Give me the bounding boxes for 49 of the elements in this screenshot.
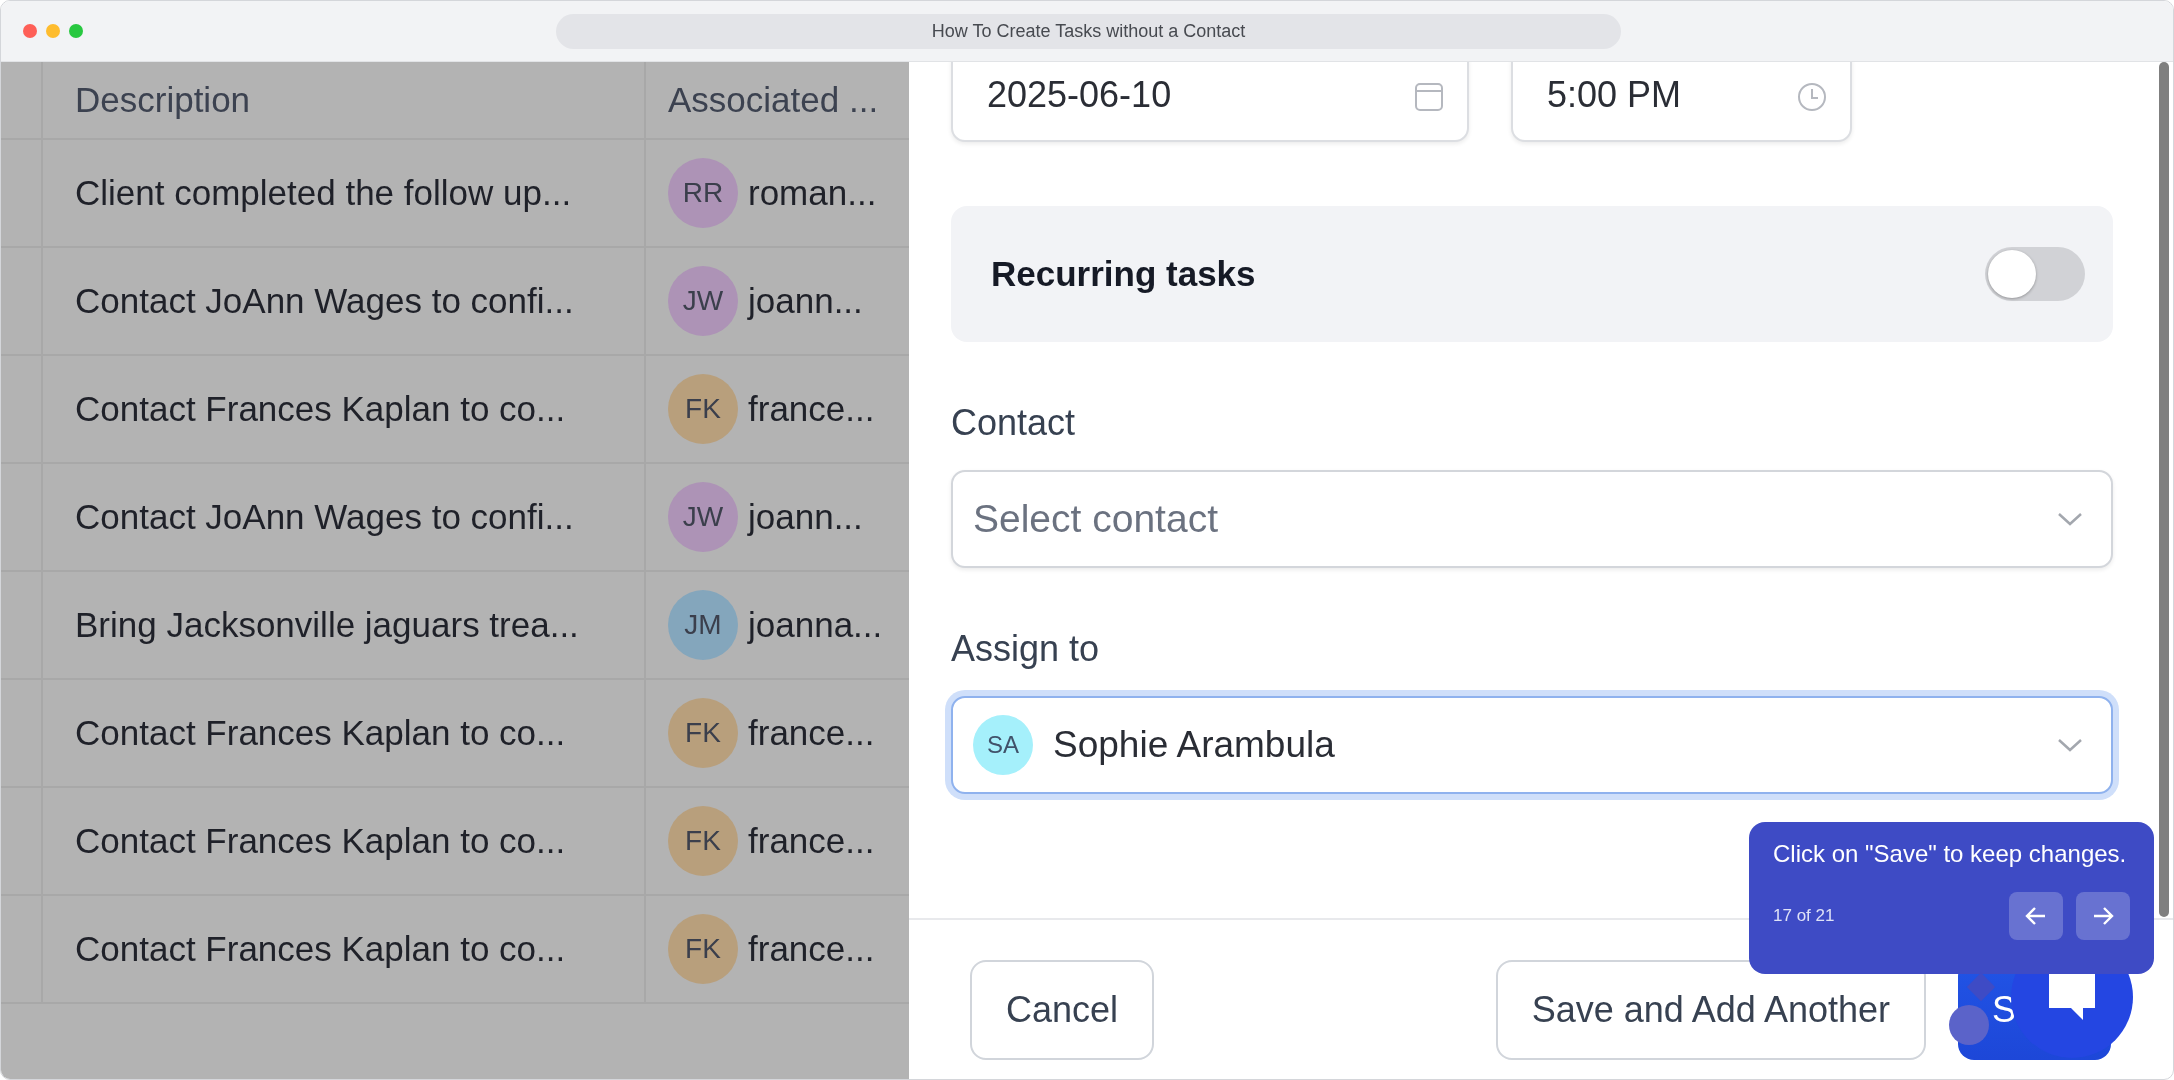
- arrow-left-icon: [2025, 906, 2047, 926]
- calendar-icon: [1413, 81, 1445, 113]
- avatar: FK: [668, 806, 738, 876]
- cancel-button[interactable]: Cancel: [970, 959, 1155, 1060]
- step-counter: 17 of 21: [1773, 906, 1836, 926]
- close-window-dot[interactable]: [23, 24, 37, 38]
- avatar: RR: [668, 158, 738, 228]
- recurring-label: Recurring tasks: [991, 254, 1256, 294]
- column-header: Description: [75, 80, 251, 120]
- contact-label: Contact: [951, 402, 1077, 442]
- save-and-add-button[interactable]: Save and Add Another: [1495, 959, 1926, 1060]
- assign-label: Assign to: [951, 628, 1101, 668]
- description-cell: Bring Jacksonville jaguars trea...: [75, 605, 579, 645]
- recurring-toggle[interactable]: [1985, 247, 2085, 301]
- avatar: JW: [668, 266, 738, 336]
- description-cell: Contact JoAnn Wages to confi...: [75, 281, 574, 321]
- time-field[interactable]: 5:00 PM: [1511, 62, 1852, 142]
- page-title: How To Create Tasks without a Contact: [556, 14, 1621, 49]
- avatar: JM: [668, 590, 738, 660]
- avatar: JW: [668, 482, 738, 552]
- hotspot-marker: [1949, 1005, 1989, 1045]
- arrow-right-icon: [2092, 906, 2114, 926]
- avatar: SA: [973, 715, 1033, 775]
- description-cell: Contact JoAnn Wages to confi...: [75, 497, 574, 537]
- avatar: FK: [668, 914, 738, 984]
- description-cell: Contact Frances Kaplan to co...: [75, 929, 566, 969]
- description-cell: Contact Frances Kaplan to co...: [75, 821, 566, 861]
- associate-name: france...: [748, 821, 875, 861]
- associate-name: joann...: [748, 281, 863, 321]
- description-cell: Client completed the follow up...: [75, 173, 572, 213]
- description-cell: Contact Frances Kaplan to co...: [75, 713, 566, 753]
- associate-name: france...: [748, 389, 875, 429]
- clock-icon: [1796, 81, 1828, 113]
- maximize-window-dot[interactable]: [69, 24, 83, 38]
- scrollbar[interactable]: [2159, 62, 2169, 917]
- guide-text: Click on "Save" to keep changes.: [1773, 840, 2128, 868]
- associate-name: france...: [748, 929, 875, 969]
- minimize-window-dot[interactable]: [46, 24, 60, 38]
- associate-name: joann...: [748, 497, 863, 537]
- date-field[interactable]: 2025-06-10: [951, 62, 1469, 142]
- avatar: FK: [668, 374, 738, 444]
- avatar: FK: [668, 698, 738, 768]
- column-header: Associated ...: [668, 80, 879, 120]
- previous-button[interactable]: [2009, 892, 2063, 940]
- associate-name: france...: [748, 713, 875, 753]
- description-cell: Contact Frances Kaplan to co...: [75, 389, 566, 429]
- associate-name: joanna...: [748, 605, 883, 645]
- next-button[interactable]: [2076, 892, 2130, 940]
- associate-name: roman...: [748, 173, 877, 213]
